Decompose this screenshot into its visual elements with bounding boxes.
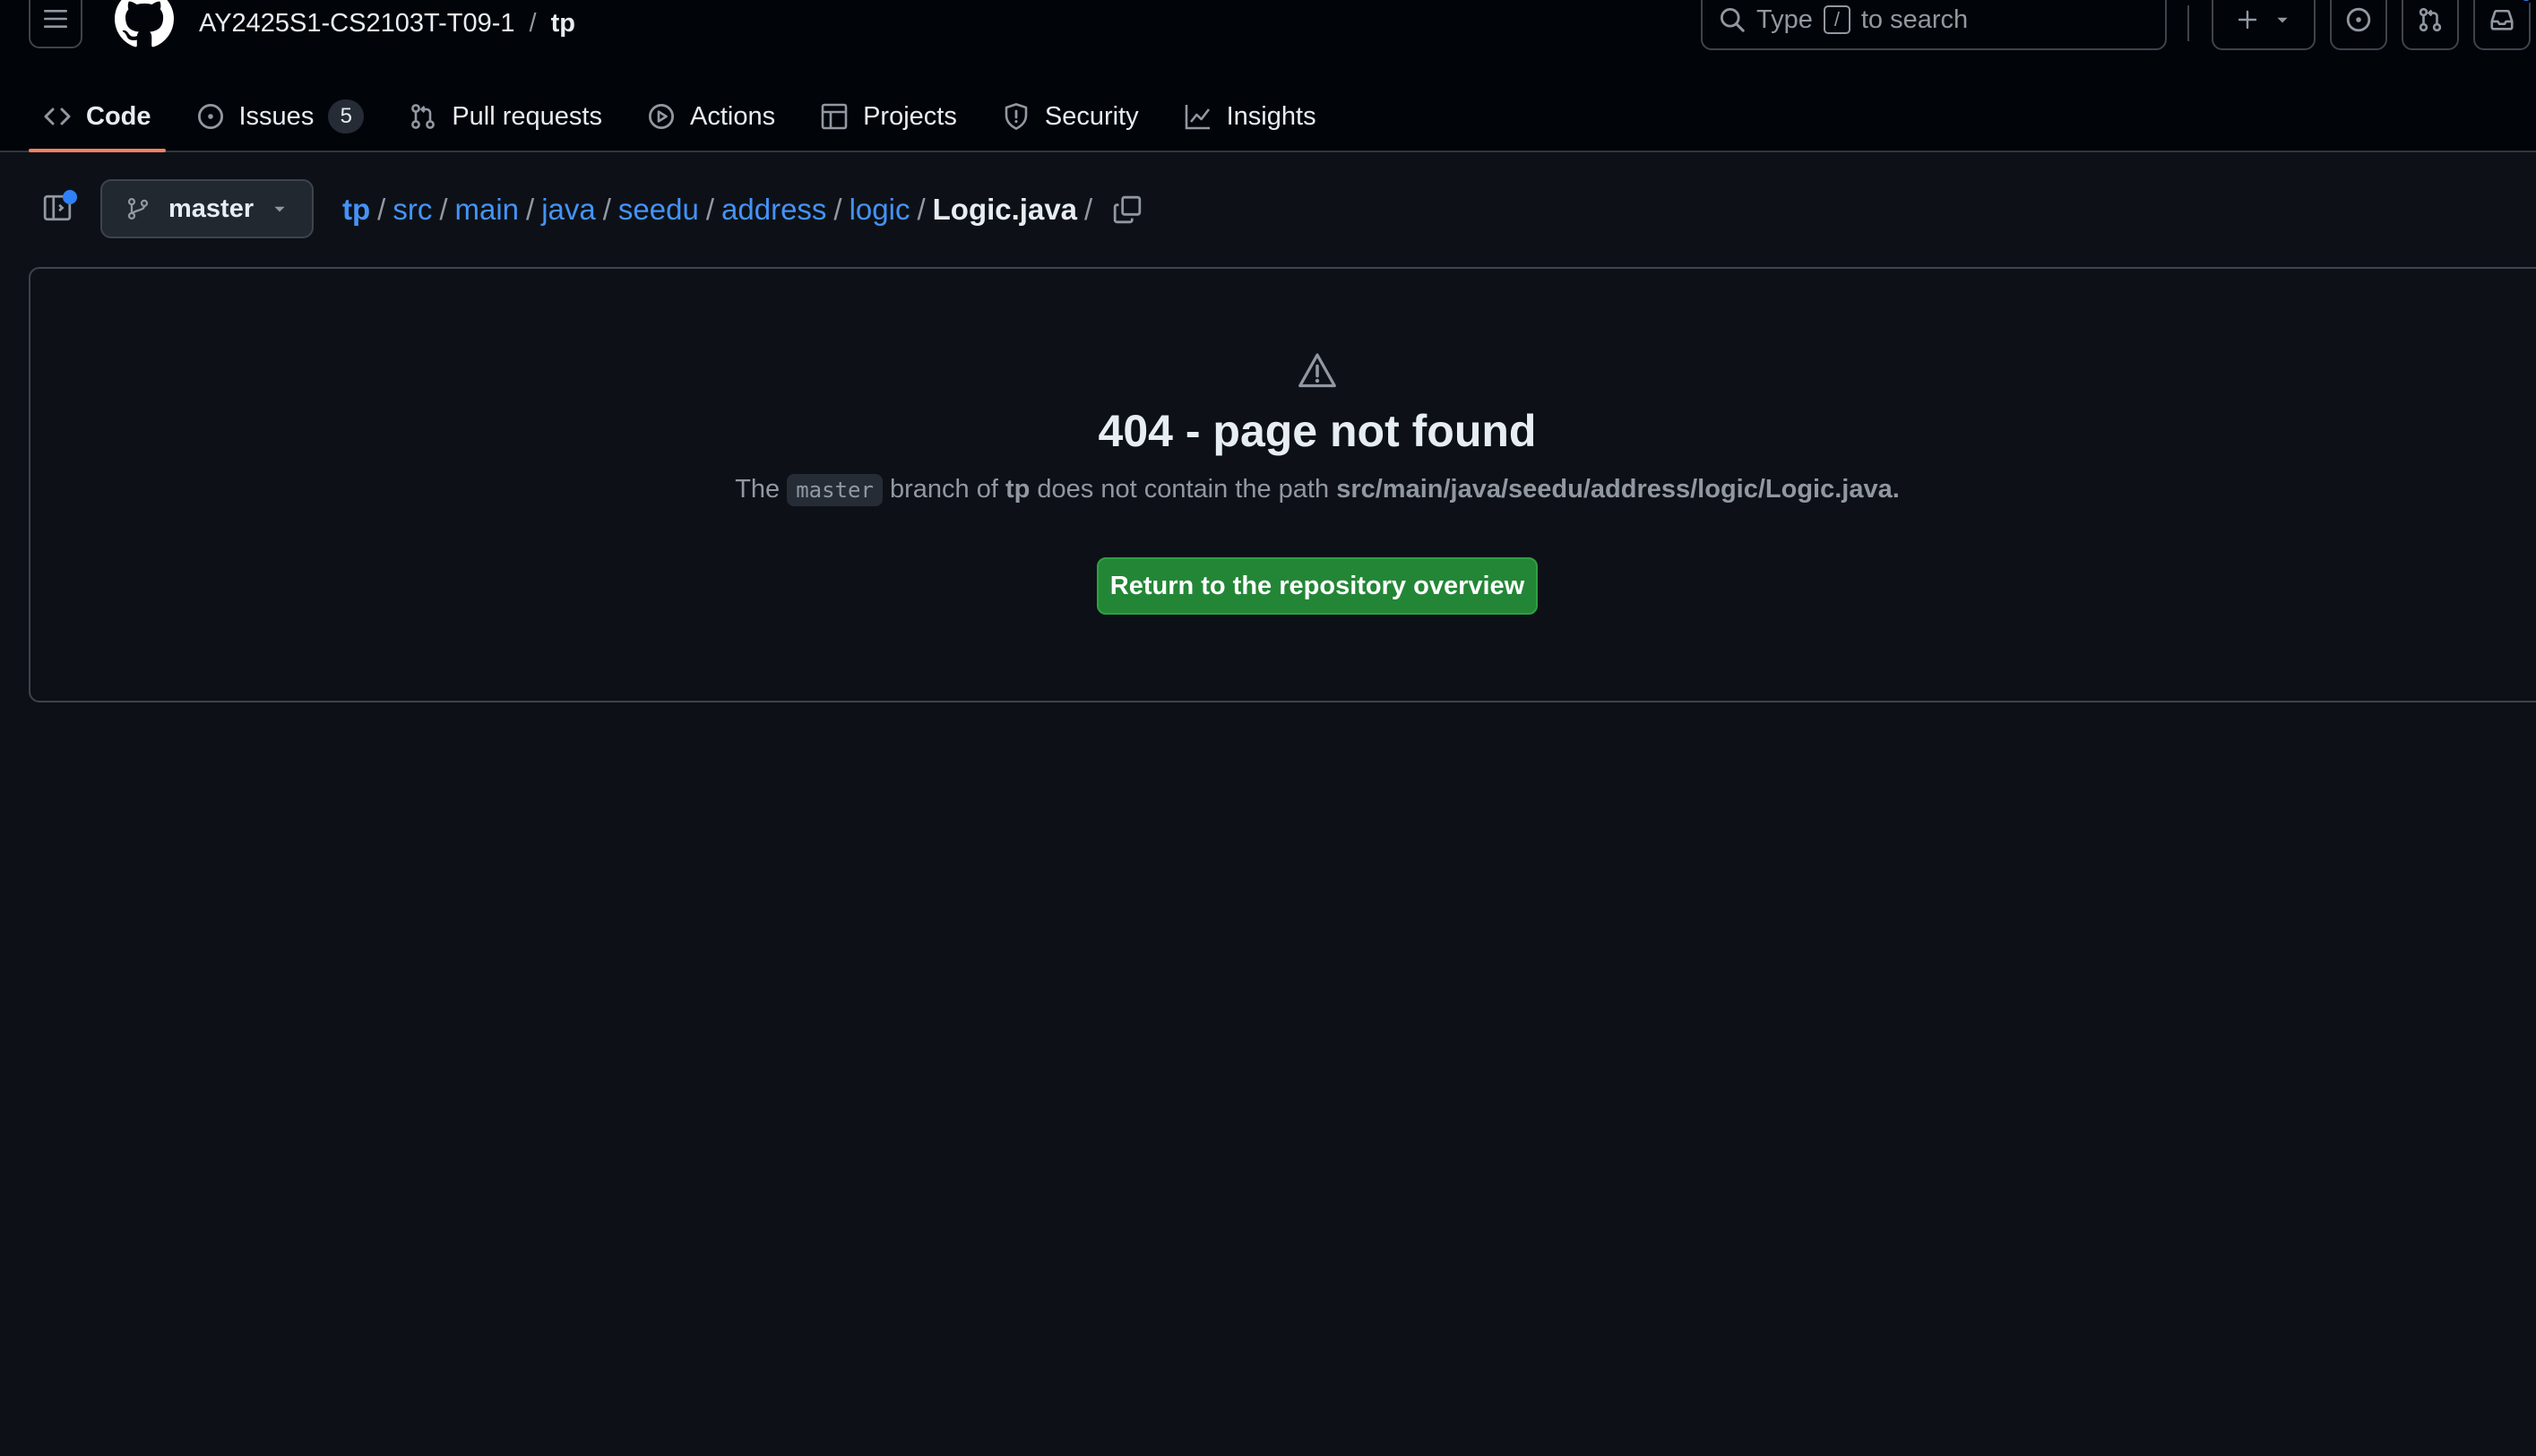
tab-issues[interactable]: Issues 5 xyxy=(182,82,379,151)
repo-path: AY2425S1-CS2103T-T09-1 / tp xyxy=(199,4,575,43)
branch-name: master xyxy=(168,194,254,223)
tab-security[interactable]: Security xyxy=(988,82,1153,151)
tab-pull-requests[interactable]: Pull requests xyxy=(394,82,617,151)
breadcrumb-separator: / xyxy=(1084,193,1093,226)
breadcrumb-separator: / xyxy=(833,193,842,226)
issue-opened-icon xyxy=(197,103,223,130)
breadcrumb-link[interactable]: seedu xyxy=(618,193,699,227)
triangle-down-icon xyxy=(274,206,285,212)
message-text: The xyxy=(735,475,781,504)
error-title: 404 - page not found xyxy=(1098,406,1537,456)
issue-opened-icon xyxy=(2346,7,2371,32)
breadcrumb-link[interactable]: tp xyxy=(342,193,370,227)
message-text: does not contain the path xyxy=(1037,475,1330,504)
search-shortcut-key: / xyxy=(1823,5,1850,34)
tab-code[interactable]: Code xyxy=(29,82,166,152)
file-tree-toggle-button[interactable] xyxy=(36,186,79,229)
branch-code: master xyxy=(787,474,883,506)
code-icon xyxy=(44,108,71,125)
plus-icon xyxy=(2238,10,2257,30)
message-path: src/main/java/seedu/address/logic/Logic.… xyxy=(1336,475,1900,504)
inbox-button[interactable] xyxy=(2473,0,2534,50)
tab-label: Projects xyxy=(863,101,957,131)
github-logo-icon[interactable] xyxy=(115,0,174,50)
breadcrumb-current-file: Logic.java xyxy=(932,193,1078,226)
tab-label: Actions xyxy=(689,101,776,131)
tab-label: Code xyxy=(86,101,151,131)
tab-actions[interactable]: Actions xyxy=(633,82,789,151)
search-icon xyxy=(1720,7,1745,32)
pull-requests-button[interactable] xyxy=(2402,0,2459,50)
search-input[interactable]: Type / to search xyxy=(1701,0,2167,50)
triangle-down-icon xyxy=(2277,17,2288,23)
breadcrumb-separator: / xyxy=(705,193,715,226)
breadcrumb-separator: / xyxy=(526,193,535,226)
tab-label: Issues xyxy=(238,101,315,131)
issues-button[interactable] xyxy=(2330,0,2387,50)
create-new-button[interactable] xyxy=(2212,0,2316,50)
message-text: branch of xyxy=(890,475,998,504)
tab-label: Insights xyxy=(1226,101,1316,131)
notification-indicator xyxy=(2518,0,2534,4)
repo-name-link[interactable]: tp xyxy=(551,9,575,39)
path-separator: / xyxy=(529,8,537,38)
tab-label: Security xyxy=(1044,101,1139,131)
message-repo-name: tp xyxy=(1005,475,1031,504)
search-placeholder-prefix: Type xyxy=(1756,4,1813,34)
header-divider xyxy=(2187,5,2189,41)
repo-owner-link[interactable]: AY2425S1-CS2103T-T09-1 xyxy=(199,9,515,39)
breadcrumb-separator: / xyxy=(917,193,926,226)
copy-path-button[interactable] xyxy=(1112,194,1143,225)
repo-nav: Code Issues 5 Pull requests Actions Proj… xyxy=(29,82,1347,152)
tab-label: Pull requests xyxy=(452,101,602,131)
menu-button[interactable] xyxy=(29,0,82,48)
update-indicator xyxy=(63,190,77,204)
git-pull-request-icon xyxy=(411,104,436,129)
issues-counter: 5 xyxy=(328,99,365,134)
table-icon xyxy=(821,103,848,130)
breadcrumb-link[interactable]: address xyxy=(721,193,826,227)
inbox-icon xyxy=(2490,9,2514,30)
hamburger-icon xyxy=(44,10,67,28)
breadcrumb-link[interactable]: logic xyxy=(850,193,910,227)
global-header: AY2425S1-CS2103T-T09-1 / tp Type / to se… xyxy=(0,0,2536,152)
breadcrumb-link[interactable]: main xyxy=(455,193,520,227)
tab-insights[interactable]: Insights xyxy=(1169,82,1331,151)
breadcrumb: tp / src / main / java / seedu / address… xyxy=(342,188,1143,231)
branch-selector-button[interactable]: master xyxy=(100,179,314,238)
breadcrumb-separator: / xyxy=(602,193,611,226)
search-placeholder-suffix: to search xyxy=(1860,4,1969,34)
copy-icon xyxy=(1114,195,1142,224)
error-message: The master branch of tp does not contain… xyxy=(0,474,2536,506)
play-icon xyxy=(648,103,674,130)
breadcrumb-separator: / xyxy=(377,193,386,226)
return-to-repo-button[interactable]: Return to the repository overview xyxy=(1097,557,1538,615)
breadcrumb-link[interactable]: src xyxy=(392,193,432,227)
breadcrumb-separator: / xyxy=(439,193,448,226)
git-branch-icon xyxy=(127,198,149,220)
breadcrumb-link[interactable]: java xyxy=(541,193,596,227)
alert-icon xyxy=(1298,351,1337,391)
shield-icon xyxy=(1005,103,1028,130)
graph-icon xyxy=(1185,105,1210,130)
tab-projects[interactable]: Projects xyxy=(806,82,971,151)
git-pull-request-icon xyxy=(2419,7,2442,32)
